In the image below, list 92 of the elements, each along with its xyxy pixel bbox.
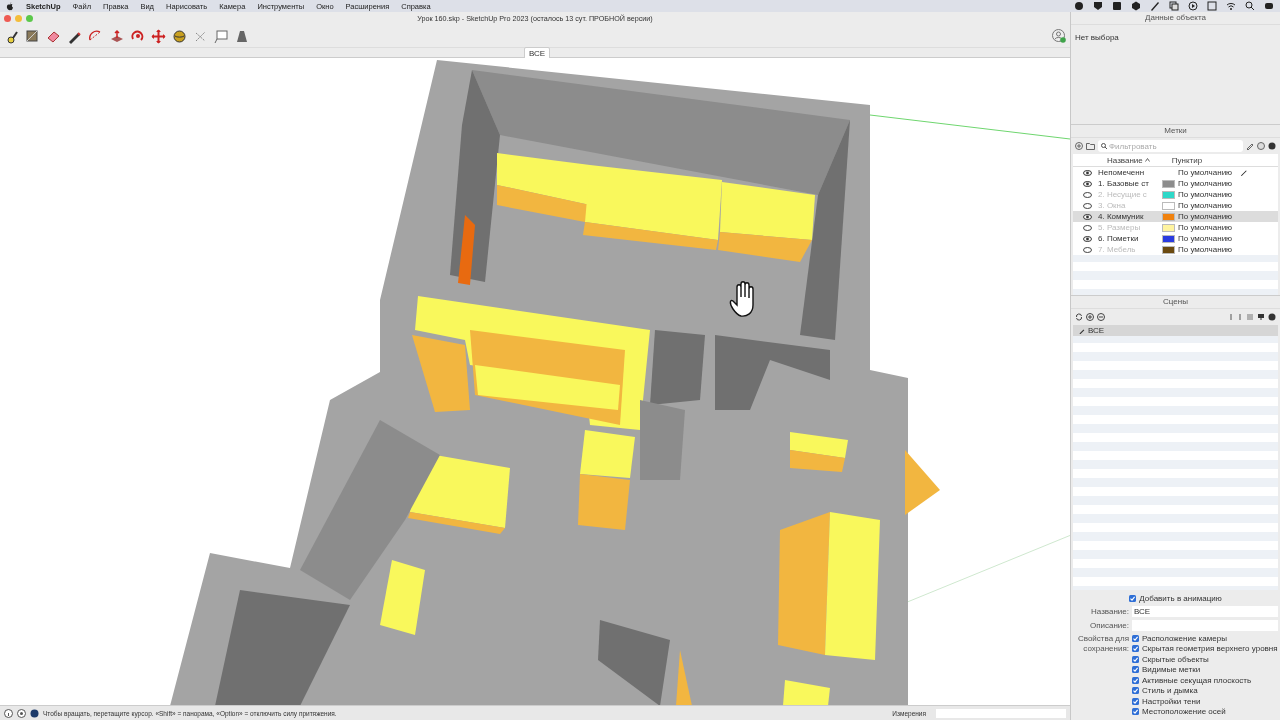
- tag-dash-cell-text: По умолчанию: [1178, 168, 1234, 177]
- push-pull-icon[interactable]: [109, 28, 124, 44]
- tag-row[interactable]: Непомеченн По умолчанию: [1073, 167, 1278, 178]
- eye-closed-icon[interactable]: [1083, 246, 1092, 253]
- eye-closed-icon[interactable]: [1083, 224, 1092, 231]
- checkbox[interactable]: [1132, 687, 1139, 694]
- checkbox[interactable]: [1132, 634, 1139, 642]
- property-label: Расположение камеры: [1142, 633, 1227, 643]
- geolocation-icon[interactable]: [17, 708, 26, 718]
- field-label: Описание:: [1088, 620, 1129, 630]
- windows-icon[interactable]: [1169, 1, 1179, 11]
- tag-dash-cell-text: По умолчанию: [1178, 190, 1234, 199]
- tag-row[interactable]: 4. Коммуник По умолчанию: [1073, 211, 1278, 222]
- checkbox[interactable]: [1132, 697, 1139, 705]
- eye-icon[interactable]: [1083, 169, 1092, 176]
- pencil-icon: [1079, 327, 1085, 334]
- property-label: Активные секущая плоскость: [1142, 675, 1252, 685]
- checkbox[interactable]: [1129, 594, 1137, 602]
- user-account-icon[interactable]: [1052, 29, 1066, 43]
- tag-color-swatch[interactable]: [1162, 190, 1175, 199]
- tag-name: 4. Коммуник: [1098, 212, 1145, 221]
- property-label: Стиль и дымка: [1142, 686, 1198, 695]
- move-icon[interactable]: [151, 28, 166, 44]
- eye-closed-icon[interactable]: [1083, 202, 1092, 209]
- search-icon[interactable]: [1245, 1, 1255, 11]
- checkbox[interactable]: [1132, 645, 1139, 652]
- close-button[interactable]: [4, 15, 11, 22]
- tag-dash-cell-text: По умолчанию: [1178, 234, 1234, 243]
- pencil-icon[interactable]: [1246, 142, 1254, 150]
- orbit-icon[interactable]: [172, 28, 187, 44]
- eye-icon[interactable]: [1083, 180, 1092, 187]
- panel-title: Метки: [1164, 126, 1187, 135]
- property-label: Скрытая геометрия верхнего уровня: [1142, 644, 1278, 653]
- field-label: Название:: [1090, 606, 1129, 616]
- tag-color-swatch[interactable]: [1162, 245, 1175, 254]
- tag-color-swatch[interactable]: [1162, 212, 1175, 221]
- tag-dash-cell-text: По умолчанию: [1178, 179, 1234, 188]
- checkbox-label: Добавить в анимацию: [1139, 593, 1222, 603]
- paint-swatch-icon[interactable]: [25, 28, 40, 44]
- thumbnail-icon[interactable]: [1257, 313, 1265, 321]
- panel-title: Сцены: [1163, 297, 1188, 306]
- eye-icon[interactable]: [1083, 235, 1092, 242]
- tag-row[interactable]: 1. Базовые ст По умолчанию: [1073, 178, 1278, 189]
- tag-name: 5. Размеры: [1098, 223, 1142, 232]
- tag-row[interactable]: 7. Мебель По умолчанию: [1073, 244, 1278, 255]
- play-icon[interactable]: [1188, 1, 1198, 11]
- eye-closed-icon[interactable]: [1083, 191, 1092, 198]
- search-icon: [1101, 143, 1107, 149]
- tag-dash-cell-text: По умолчанию: [1178, 212, 1234, 221]
- add-icon[interactable]: [1075, 142, 1083, 150]
- tag-name: 6. Пометки: [1098, 234, 1140, 243]
- tag-color-swatch[interactable]: [1162, 223, 1175, 232]
- text-label-icon[interactable]: [214, 28, 229, 44]
- add-icon[interactable]: [1086, 313, 1094, 321]
- square-icon[interactable]: [1207, 1, 1217, 11]
- property-label: Местоположение осей: [1142, 707, 1226, 716]
- selection-status: Нет выбора: [1075, 33, 1119, 42]
- checkbox[interactable]: [1132, 676, 1139, 684]
- tag-dash-cell-text: По умолчанию: [1178, 245, 1234, 254]
- tag-color-swatch[interactable]: [1162, 179, 1175, 188]
- property-label: Настройки тени: [1142, 696, 1201, 706]
- checkbox[interactable]: [1132, 666, 1139, 673]
- box-icon[interactable]: [1112, 1, 1122, 11]
- name-field[interactable]: ВСЕ: [1132, 605, 1278, 617]
- tag-dash-cell-text: По умолчанию: [1178, 223, 1234, 232]
- column-header[interactable]: Пунктир: [1171, 155, 1203, 165]
- remove-icon[interactable]: [1097, 313, 1105, 321]
- checkbox[interactable]: [1132, 708, 1139, 715]
- scene-item[interactable]: ВСЕ: [1073, 325, 1278, 336]
- checkbox[interactable]: [1132, 655, 1139, 663]
- apple-icon[interactable]: [6, 1, 14, 11]
- column-header[interactable]: Название: [1107, 155, 1143, 165]
- cone-icon[interactable]: [235, 28, 250, 44]
- info-icon[interactable]: [4, 708, 13, 718]
- panel-title: Данные объекта: [1145, 13, 1206, 22]
- tag-row[interactable]: 6. Пометки По умолчанию: [1073, 233, 1278, 244]
- eye-icon[interactable]: [1083, 213, 1092, 220]
- field-label: Свойства для сохранения:: [1076, 633, 1129, 655]
- property-label: Скрытые объекты: [1142, 654, 1209, 664]
- tag-name: 1. Базовые ст: [1098, 179, 1150, 188]
- folder-icon[interactable]: [1086, 142, 1095, 150]
- property-label: Видимые метки: [1142, 665, 1201, 674]
- tag-dash-cell-text: По умолчанию: [1178, 201, 1234, 210]
- tag-name: 7. Мебель: [1098, 245, 1137, 254]
- refresh-icon[interactable]: [1075, 313, 1083, 321]
- toggle-icon[interactable]: [1264, 1, 1274, 11]
- tag-color-swatch[interactable]: [1162, 234, 1175, 243]
- tag-color-swatch[interactable]: [1162, 201, 1175, 210]
- wifi-icon[interactable]: [1226, 1, 1236, 11]
- tag-row[interactable]: 5. Размеры По умолчанию: [1073, 222, 1278, 233]
- tag-name: Непомеченн: [1098, 168, 1146, 177]
- circle-icon[interactable]: [1074, 1, 1084, 11]
